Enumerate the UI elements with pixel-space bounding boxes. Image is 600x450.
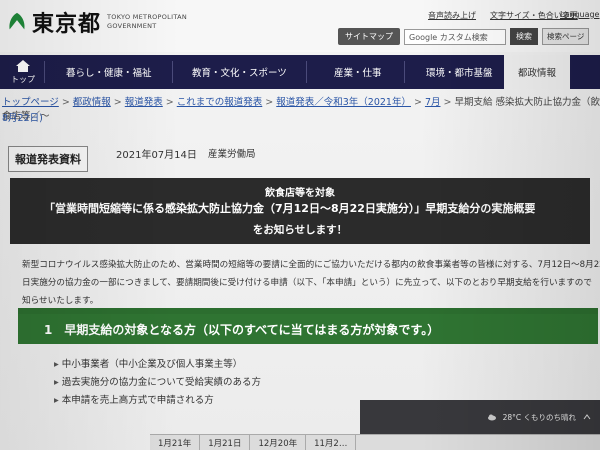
list-item: 本申請を売上高方式で申請される方: [54, 392, 261, 410]
nav-item-government[interactable]: 都政情報: [504, 55, 571, 89]
bottom-tab[interactable]: 12月20年: [250, 435, 307, 450]
breadcrumb-press-2021[interactable]: 報道発表／令和3年（2021年）: [276, 97, 411, 108]
breadcrumb-july[interactable]: 7月: [425, 97, 441, 108]
bottom-tab[interactable]: 11月2…: [306, 435, 357, 450]
nav-divider: [44, 61, 45, 83]
breadcrumb-gov-info[interactable]: 都政情報: [73, 97, 111, 108]
intro-line: 日実施分の協力金の一部につきまして、要請期間後に受け付ける申請（以下、「本申請」…: [22, 278, 592, 288]
util-link-voice[interactable]: 音声読み上げ: [428, 10, 476, 21]
cloud-icon: [487, 414, 496, 421]
nav-item-environment[interactable]: 環境・都市基盤: [426, 65, 493, 79]
nav-divider: [306, 61, 307, 83]
search-button[interactable]: 検索: [510, 28, 538, 45]
home-icon: [16, 60, 30, 72]
intro-paragraph: 新型コロナウイルス感染拡大防止のため、営業時間の短縮等の要請に全面的にご協力いた…: [22, 256, 600, 310]
nav-item-industry[interactable]: 産業・仕事: [334, 65, 382, 79]
logo-text-jp: 東京都: [32, 12, 102, 37]
page-title-line3: をお知らせします！: [252, 224, 348, 236]
search-row: サイトマップ Google カスタム検索 検索 検索ページ: [338, 28, 590, 45]
chevron-up-icon[interactable]: [582, 412, 592, 422]
bottom-tab[interactable]: 1月21年: [150, 435, 201, 450]
search-input[interactable]: Google カスタム検索: [404, 28, 506, 45]
breadcrumb-press[interactable]: 報道発表: [125, 97, 163, 108]
intro-line: 新型コロナウイルス感染拡大防止のため、営業時間の短縮等の要請に全面的にご協力いた…: [22, 260, 600, 270]
global-nav: トップ 暮らし・健康・福祉 教育・文化・スポーツ 産業・仕事 環境・都市基盤 都…: [0, 55, 600, 89]
logo-text-en: TOKYO METROPOLITAN GOVERNMENT: [107, 13, 187, 31]
breadcrumb-top[interactable]: トップページ: [2, 97, 59, 108]
utility-links: 音声読み上げ 文字サイズ・色合い変更: [428, 10, 578, 21]
page-title-line1: 飲食店等を対象: [265, 188, 335, 199]
weather-readout[interactable]: 28°C くもりのち晴れ: [503, 412, 576, 423]
press-release-badge: 報道発表資料: [8, 146, 88, 172]
site-logo[interactable]: 東京都 TOKYO METROPOLITAN GOVERNMENT: [6, 6, 187, 38]
nav-divider: [404, 61, 405, 83]
nav-item-life[interactable]: 暮らし・健康・福祉: [66, 65, 152, 79]
language-link[interactable]: Language: [560, 10, 599, 19]
sitemap-button[interactable]: サイトマップ: [338, 28, 400, 45]
nav-home[interactable]: トップ: [6, 55, 40, 89]
logo-en-line2: GOVERNMENT: [107, 22, 157, 30]
page-title-box: 飲食店等を対象 「営業時間短縮等に係る感染拡大防止協力金（7月12日〜8月22日…: [10, 178, 590, 244]
bottom-tab-strip: 1月21年 1月21日 12月20年 11月2…: [150, 434, 600, 450]
page-title-line2: 「営業時間短縮等に係る感染拡大防止協力金（7月12日〜8月22日実施分）」早期支…: [44, 202, 536, 215]
search-page-button[interactable]: 検索ページ: [542, 28, 590, 45]
breadcrumb-past-press[interactable]: これまでの報道発表: [177, 97, 263, 108]
list-item: 過去実施分の協力金について受給実績のある方: [54, 374, 261, 392]
breadcrumb: トップページ > 都政情報 > 報道発表 > これまでの報道発表 > 報道発表／令和3年（202…: [2, 97, 600, 122]
nav-item-education[interactable]: 教育・文化・スポーツ: [192, 65, 287, 79]
breadcrumb-current-cont: 8月22日): [2, 113, 43, 124]
nav-home-label: トップ: [11, 75, 35, 84]
list-item: 中小事業者（中小企業及び個人事業主等）: [54, 356, 261, 374]
browser-screen: 東京都 TOKYO METROPOLITAN GOVERNMENT 音声読み上げ…: [0, 0, 600, 450]
bottom-tab[interactable]: 1月21日: [200, 435, 251, 450]
site-header: 東京都 TOKYO METROPOLITAN GOVERNMENT 音声読み上げ…: [0, 0, 600, 52]
eligibility-list: 中小事業者（中小企業及び個人事業主等） 過去実施分の協力金について受給実績のある…: [54, 356, 261, 410]
tokyo-ginkgo-logo-icon: [9, 12, 25, 30]
press-date: 2021年07月14日: [116, 150, 197, 161]
nav-divider: [172, 61, 173, 83]
logo-en-line1: TOKYO METROPOLITAN: [107, 13, 187, 21]
section-heading: 1 早期支給の対象となる方（以下のすべてに当てはまる方が対象です。）: [18, 308, 598, 344]
os-taskbar: 28°C くもりのち晴れ: [360, 400, 600, 434]
section-heading-text: 1 早期支給の対象となる方（以下のすべてに当てはまる方が対象です。）: [18, 314, 598, 344]
press-department: 産業労働局: [208, 149, 256, 160]
